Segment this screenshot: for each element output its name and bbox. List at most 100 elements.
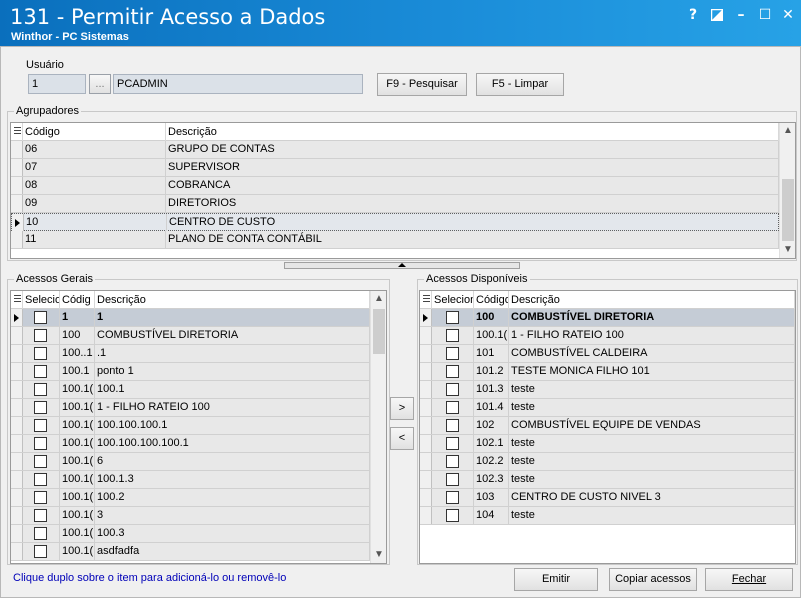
copiar-acessos-button[interactable]: Copiar acessos	[609, 568, 697, 591]
row-select-cell[interactable]	[432, 435, 474, 452]
column-options-icon[interactable]	[420, 291, 432, 309]
fechar-button[interactable]: Fechar	[705, 568, 793, 591]
agrupadores-grid[interactable]: Código Descrição 06 GRUPO DE CONTAS 07 SUPE…	[10, 122, 796, 259]
checkbox[interactable]	[34, 437, 47, 450]
checkbox[interactable]	[34, 347, 47, 360]
table-row[interactable]: 100.1 ponto 1	[11, 363, 370, 381]
table-row[interactable]: 103 CENTRO DE CUSTO NIVEL 3	[420, 489, 795, 507]
acessos-disponiveis-grid[interactable]: Selecion Código Descrição 100 COMBUSTÍVEL…	[419, 290, 796, 564]
checkbox[interactable]	[446, 329, 459, 342]
table-row[interactable]: 101.4 teste	[420, 399, 795, 417]
acessos-gerais-scrollbar[interactable]: ▲ ▼	[370, 291, 386, 563]
restore-icon[interactable]	[707, 5, 727, 25]
table-row[interactable]: 100.1(100.100.100.100.1	[11, 435, 370, 453]
row-select-cell[interactable]	[23, 453, 60, 470]
limpar-button[interactable]: F5 - Limpar	[476, 73, 564, 96]
checkbox[interactable]	[446, 365, 459, 378]
checkbox[interactable]	[34, 509, 47, 522]
checkbox[interactable]	[34, 527, 47, 540]
remove-access-button[interactable]: <	[390, 427, 414, 450]
header-selecionado[interactable]: Selecion	[432, 291, 474, 309]
table-row[interactable]: 100.1(100.1	[11, 381, 370, 399]
header-descricao[interactable]: Descrição	[509, 291, 795, 309]
close-button[interactable]: ✕	[778, 5, 798, 25]
scroll-thumb[interactable]	[782, 179, 794, 241]
scroll-down-icon[interactable]: ▼	[371, 547, 386, 563]
table-row[interactable]: 102.2 teste	[420, 453, 795, 471]
agrupadores-scrollbar[interactable]: ▲ ▼	[779, 123, 795, 258]
row-select-cell[interactable]	[432, 471, 474, 488]
checkbox[interactable]	[446, 347, 459, 360]
checkbox[interactable]	[446, 419, 459, 432]
row-select-cell[interactable]	[23, 309, 60, 326]
table-row[interactable]: 10 CENTRO DE CUSTO	[11, 213, 780, 231]
scroll-up-icon[interactable]: ▲	[371, 291, 386, 307]
row-select-cell[interactable]	[23, 417, 60, 434]
row-select-cell[interactable]	[432, 327, 474, 344]
table-row[interactable]: 100.1(3	[11, 507, 370, 525]
usuario-code-input[interactable]: 1	[28, 74, 86, 94]
checkbox[interactable]	[34, 455, 47, 468]
checkbox[interactable]	[446, 401, 459, 414]
help-button[interactable]: ?	[683, 5, 703, 25]
table-row[interactable]: 100.1(100.3	[11, 525, 370, 543]
table-row[interactable]: 101 COMBUSTÍVEL CALDEIRA	[420, 345, 795, 363]
table-row[interactable]: 100.1(6	[11, 453, 370, 471]
table-row[interactable]: 102.3 teste	[420, 471, 795, 489]
row-select-cell[interactable]	[23, 471, 60, 488]
row-select-cell[interactable]	[23, 363, 60, 380]
row-select-cell[interactable]	[23, 345, 60, 362]
table-row[interactable]: 100 COMBUSTÍVEL DIRETORIA	[420, 309, 795, 327]
checkbox[interactable]	[34, 419, 47, 432]
column-options-icon[interactable]	[11, 123, 23, 141]
table-row[interactable]: 100.1(100.100.100.1	[11, 417, 370, 435]
table-row[interactable]: 06 GRUPO DE CONTAS	[11, 141, 779, 159]
header-codigo[interactable]: Código	[474, 291, 509, 309]
row-select-cell[interactable]	[23, 381, 60, 398]
emitir-button[interactable]: Emitir	[514, 568, 598, 591]
table-row[interactable]: 101.3 teste	[420, 381, 795, 399]
checkbox[interactable]	[446, 437, 459, 450]
row-select-cell[interactable]	[432, 363, 474, 380]
checkbox[interactable]	[34, 401, 47, 414]
row-select-cell[interactable]	[23, 543, 60, 560]
scroll-thumb[interactable]	[373, 309, 385, 354]
scroll-down-icon[interactable]: ▼	[780, 242, 795, 258]
row-select-cell[interactable]	[23, 327, 60, 344]
table-row[interactable]: 100.1(100.2	[11, 489, 370, 507]
table-row[interactable]: 09 DIRETORIOS	[11, 195, 779, 213]
row-select-cell[interactable]	[23, 489, 60, 506]
row-select-cell[interactable]	[432, 417, 474, 434]
row-select-cell[interactable]	[432, 309, 474, 326]
row-select-cell[interactable]	[23, 399, 60, 416]
row-select-cell[interactable]	[432, 399, 474, 416]
checkbox[interactable]	[446, 311, 459, 324]
checkbox[interactable]	[34, 311, 47, 324]
table-row[interactable]: 100 COMBUSTÍVEL DIRETORIA	[11, 327, 370, 345]
table-row[interactable]: 100..1.1	[11, 345, 370, 363]
header-descricao[interactable]: Descrição	[95, 291, 370, 309]
usuario-lookup-button[interactable]: ...	[89, 74, 111, 94]
acessos-gerais-grid[interactable]: Selecio Códig Descrição 1 1 100 COMBUSTÍVEL…	[10, 290, 387, 564]
pesquisar-button[interactable]: F9 - Pesquisar	[377, 73, 467, 96]
checkbox[interactable]	[34, 491, 47, 504]
checkbox[interactable]	[34, 545, 47, 558]
row-select-cell[interactable]	[432, 489, 474, 506]
row-select-cell[interactable]	[432, 381, 474, 398]
row-select-cell[interactable]	[23, 435, 60, 452]
table-row[interactable]: 100.1(1 - FILHO RATEIO 100	[420, 327, 795, 345]
table-row[interactable]: 11	[11, 309, 370, 327]
checkbox[interactable]	[446, 473, 459, 486]
header-codigo[interactable]: Códig	[60, 291, 95, 309]
column-options-icon[interactable]	[11, 291, 23, 309]
scroll-up-icon[interactable]: ▲	[780, 123, 795, 139]
table-row[interactable]: 100.1(100.1.3	[11, 471, 370, 489]
header-descricao[interactable]: Descrição	[166, 123, 779, 141]
maximize-button[interactable]: ☐	[755, 5, 775, 25]
table-row[interactable]: 08 COBRANCA	[11, 177, 779, 195]
table-row[interactable]: 100.1(asdfadfa	[11, 543, 370, 561]
table-row[interactable]: 07 SUPERVISOR	[11, 159, 779, 177]
table-row[interactable]: 101.2 TESTE MONICA FILHO 101	[420, 363, 795, 381]
checkbox[interactable]	[34, 473, 47, 486]
row-select-cell[interactable]	[432, 507, 474, 524]
